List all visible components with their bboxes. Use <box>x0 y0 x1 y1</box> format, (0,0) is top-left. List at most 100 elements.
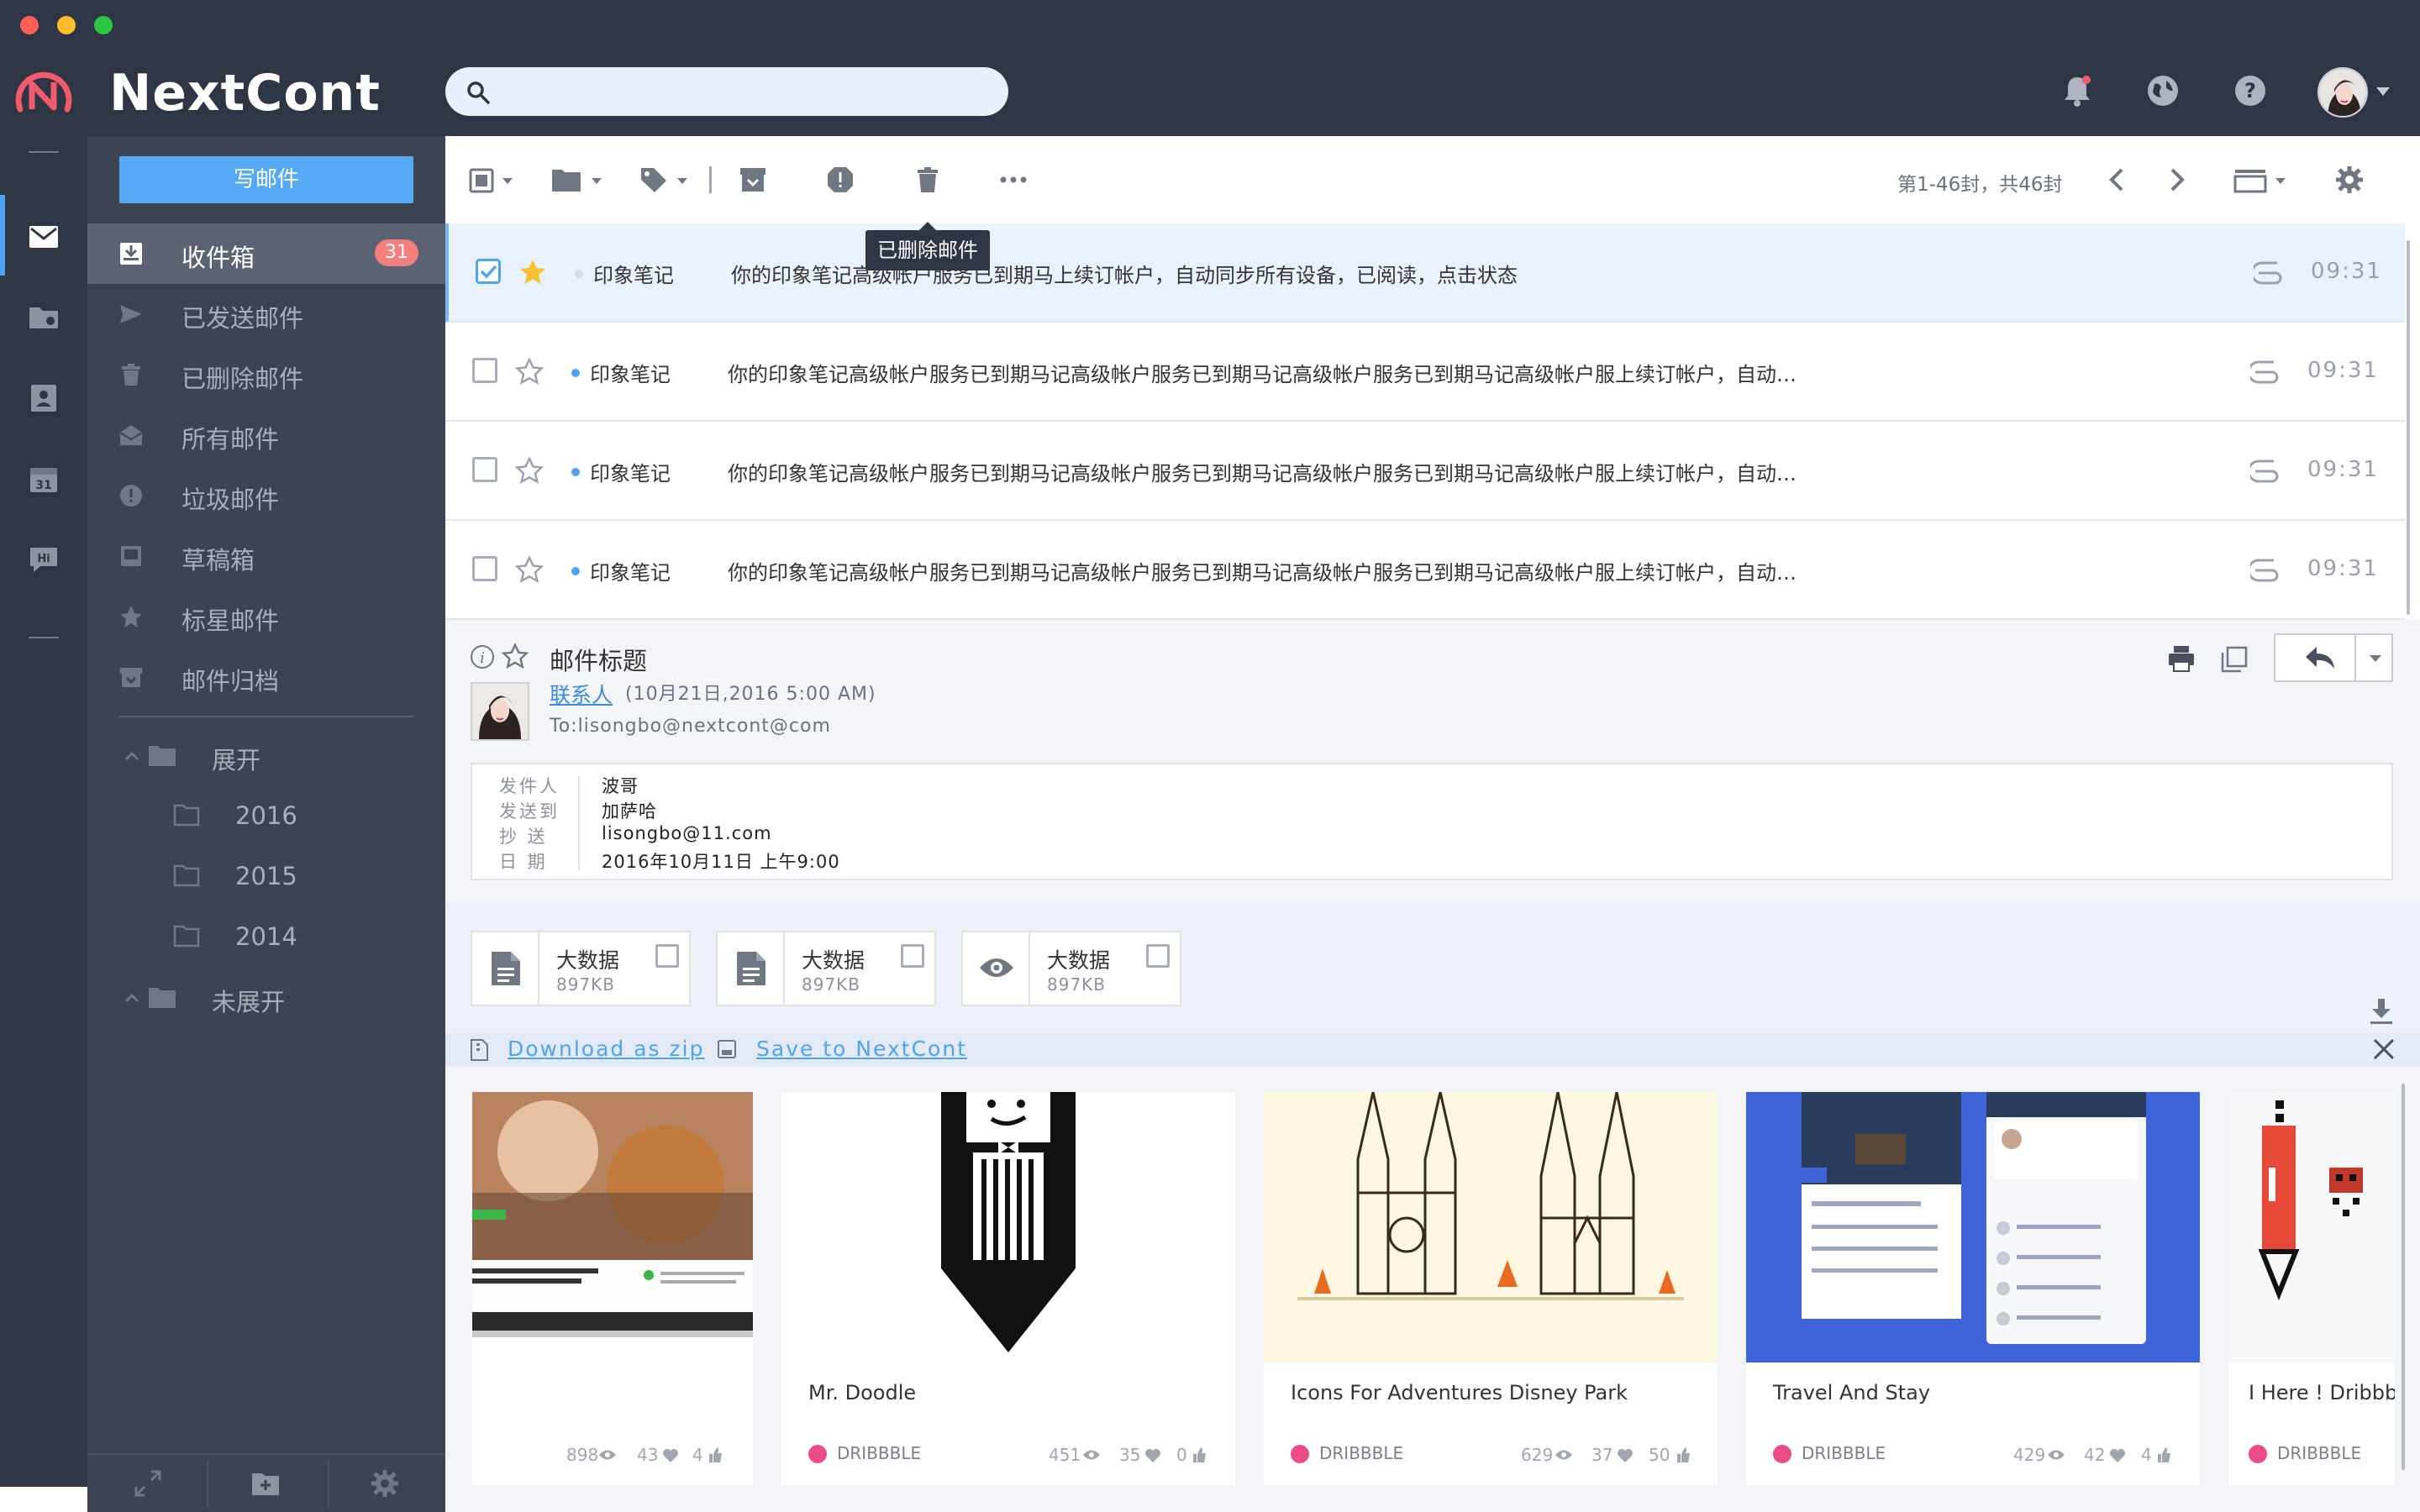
detail-value: 加萨哈 <box>602 801 657 822</box>
gear-icon[interactable] <box>370 1468 400 1499</box>
contacts-icon[interactable] <box>27 381 60 415</box>
card-comments: 50 <box>1649 1445 1670 1465</box>
reply-icon[interactable] <box>2304 645 2336 672</box>
star-filled-icon[interactable] <box>518 257 548 287</box>
star-outline-icon[interactable] <box>514 455 544 486</box>
eye-icon <box>2048 1450 2065 1460</box>
archive-icon[interactable] <box>738 165 768 195</box>
mail-icon[interactable] <box>27 220 60 254</box>
attachment-checkbox[interactable] <box>655 944 679 968</box>
chevron-down-icon[interactable] <box>2275 178 2286 184</box>
gallery-card[interactable]: Travel And Stay DRIBBBLE 429 42 4 <box>1746 1092 2200 1485</box>
mail-row[interactable]: 印象笔记 你的印象笔记高级帐户服务已到期马记高级帐户服务已到期马记高级帐户服务已… <box>445 422 2407 521</box>
search-input[interactable] <box>506 74 993 109</box>
attachment-name: 大数据 <box>802 948 865 973</box>
window-zoom-button[interactable] <box>94 16 113 34</box>
download-zip-link[interactable]: Download as zip <box>508 1037 704 1061</box>
pagination-text: 第1-46封，共46封 <box>1897 174 2063 196</box>
more-options-icon[interactable] <box>998 165 1028 195</box>
card-title: Mr. Doodle <box>808 1381 917 1404</box>
mail-checkbox[interactable] <box>472 457 497 482</box>
gallery-card[interactable]: Mr. Doodle DRIBBBLE 451 35 0 <box>781 1092 1235 1485</box>
mail-list-scroll-thumb[interactable] <box>2407 240 2410 615</box>
mail-sender: 印象笔记 <box>593 264 674 287</box>
folder-2015[interactable]: 2015 <box>87 847 445 907</box>
layout-view-icon[interactable] <box>2233 165 2269 195</box>
spam-report-icon[interactable] <box>825 165 855 195</box>
close-icon[interactable] <box>2371 1037 2396 1062</box>
select-all-checkbox-icon[interactable] <box>467 165 497 195</box>
card-views: 429 <box>2013 1445 2046 1465</box>
search-bar[interactable] <box>445 67 1008 116</box>
folder-label: 展开 <box>212 746 261 774</box>
copy-window-icon[interactable] <box>2220 645 2249 674</box>
mail-checkbox[interactable] <box>472 556 497 581</box>
inbox-icon <box>120 243 142 265</box>
window-minimize-button[interactable] <box>57 16 76 34</box>
info-icon[interactable]: i <box>469 643 496 670</box>
sidebar-item-archive[interactable]: 邮件归档 <box>87 647 445 707</box>
globe-icon[interactable] <box>2144 72 2181 109</box>
contact-link[interactable]: 联系人 <box>550 679 613 709</box>
attachment-card[interactable]: 大数据 897KB <box>471 931 691 1006</box>
new-folder-icon[interactable] <box>250 1468 281 1499</box>
eye-icon <box>599 1450 616 1460</box>
chevron-down-icon[interactable] <box>2370 655 2381 662</box>
pixel-pen-thumbnail <box>2228 1092 2395 1362</box>
chevron-left-icon[interactable] <box>2102 165 2133 195</box>
chevron-down-icon[interactable] <box>2376 87 2390 96</box>
star-outline-icon[interactable] <box>514 554 544 585</box>
gallery-card[interactable]: I Here ! Dribbb DRIBBBLE <box>2228 1092 2395 1485</box>
tag-icon[interactable] <box>639 165 669 195</box>
eye-icon <box>1555 1450 1572 1460</box>
sidebar-item-inbox[interactable]: 收件箱 31 <box>87 223 445 284</box>
gallery-card[interactable]: Icons For Adventures Disney Park DRIBBBL… <box>1264 1092 1718 1485</box>
sidebar-item-starred[interactable]: 标星邮件 <box>87 586 445 647</box>
download-icon[interactable] <box>2368 996 2395 1026</box>
sidebar-item-deleted[interactable]: 已删除邮件 <box>87 344 445 405</box>
mail-row[interactable]: 印象笔记 你的印象笔记高级帐户服务已到期马记高级帐户服务已到期马记高级帐户服务已… <box>445 521 2407 620</box>
folder-settings-icon[interactable] <box>27 301 60 334</box>
chat-icon[interactable]: Hi <box>27 543 60 576</box>
attachment-checkbox[interactable] <box>1146 944 1170 968</box>
move-to-folder-icon[interactable] <box>551 165 581 195</box>
gallery-scrollbar[interactable] <box>2402 1084 2405 1470</box>
star-outline-icon[interactable] <box>501 642 529 670</box>
save-to-nextcont-link[interactable]: Save to NextCont <box>756 1037 967 1061</box>
sidebar-item-sent[interactable]: 已发送邮件 <box>87 284 445 344</box>
tooltip-arrow <box>919 222 936 230</box>
chevron-down-icon[interactable] <box>502 178 513 184</box>
attachment-checkbox[interactable] <box>901 944 924 968</box>
chevron-right-icon[interactable] <box>2161 165 2191 195</box>
mail-row[interactable]: 印象笔记 你的印象笔记高级帐户服务已到期马记高级帐户服务已到期马记高级帐户服务已… <box>445 323 2407 422</box>
mail-row[interactable]: 印象笔记 你的印象笔记高级帐户服务已到期马上续订帐户，自动同步所有设备，已阅读，… <box>445 223 2407 323</box>
sidebar-item-all-mail[interactable]: 所有邮件 <box>87 405 445 465</box>
sidebar-item-spam[interactable]: 垃圾邮件 <box>87 465 445 526</box>
attachment-card[interactable]: 大数据 897KB <box>716 931 936 1006</box>
help-icon[interactable]: ? <box>2232 72 2269 109</box>
notification-bell-icon[interactable] <box>2059 72 2096 109</box>
folder-2016[interactable]: 2016 <box>87 786 445 847</box>
gallery-card[interactable]: 898 43 4 <box>472 1092 753 1485</box>
expand-icon[interactable] <box>133 1468 163 1499</box>
sidebar-item-label: 收件箱 <box>182 244 255 272</box>
window-close-button[interactable] <box>20 16 39 34</box>
trash-icon[interactable] <box>913 165 943 195</box>
document-icon <box>737 952 765 985</box>
chevron-down-icon[interactable] <box>677 178 687 184</box>
sidebar-item-drafts[interactable]: 草稿箱 <box>87 526 445 586</box>
folder-2014[interactable]: 2014 <box>87 907 445 968</box>
gear-icon[interactable] <box>2334 165 2365 195</box>
attachment-card[interactable]: 大数据 897KB <box>961 931 1181 1006</box>
mail-checkbox[interactable] <box>472 358 497 383</box>
user-avatar[interactable] <box>2317 67 2368 118</box>
folder-expanded[interactable]: 展开 <box>87 726 445 786</box>
star-outline-icon[interactable] <box>514 356 544 386</box>
calendar-icon[interactable]: 31 <box>27 462 60 496</box>
print-icon[interactable] <box>2166 643 2196 674</box>
compose-button[interactable]: 写邮件 <box>119 156 413 203</box>
checkbox-checked-icon[interactable] <box>476 259 501 284</box>
folder-collapsed[interactable]: 未展开 <box>87 968 445 1028</box>
attachment-icon-box <box>718 932 785 1005</box>
chevron-down-icon[interactable] <box>592 178 602 184</box>
